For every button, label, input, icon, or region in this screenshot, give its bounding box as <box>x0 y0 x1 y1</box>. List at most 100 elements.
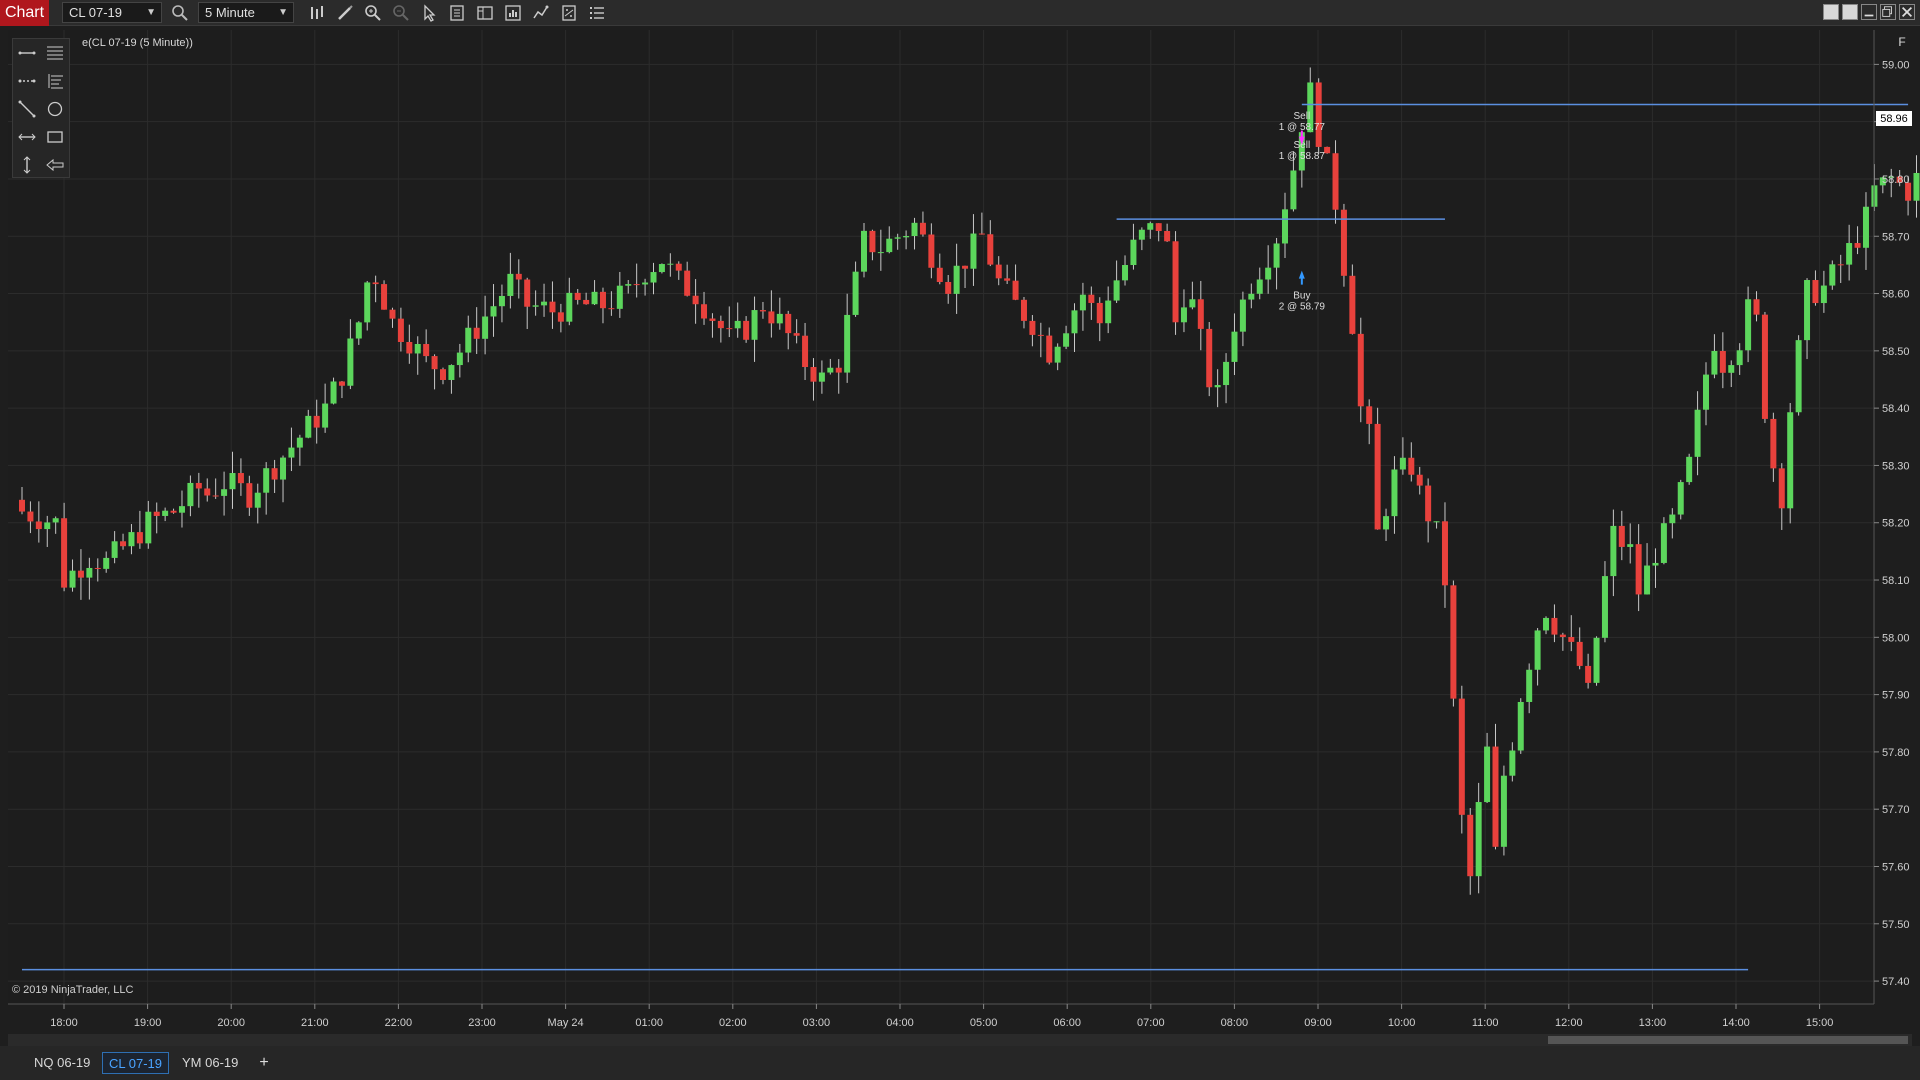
y-tick-label: 57.50 <box>1882 919 1910 931</box>
horizontal-lines-icon[interactable] <box>45 43 65 63</box>
rectangle-icon[interactable] <box>45 127 65 147</box>
instrument-tab-bar: NQ 06-19 CL 07-19 YM 06-19 + <box>0 1046 1920 1080</box>
candle-body <box>1054 346 1061 363</box>
candle-body <box>1273 243 1280 268</box>
candle-body <box>490 306 497 317</box>
candle-body <box>583 299 590 305</box>
candle-body <box>1122 265 1129 281</box>
candle-body <box>414 344 421 354</box>
candle-body <box>616 285 623 309</box>
candle-body <box>1147 223 1154 230</box>
candle-body <box>86 567 93 578</box>
candle-body <box>1728 365 1735 373</box>
candle-body <box>1652 562 1659 566</box>
fibonacci-icon[interactable] <box>45 71 65 91</box>
candle-body <box>1223 361 1230 386</box>
candle-body <box>330 381 337 404</box>
candle-body <box>204 488 211 496</box>
y-tick-label: 58.50 <box>1882 346 1910 358</box>
candle-body <box>1846 243 1853 265</box>
candle-body <box>1745 299 1752 351</box>
tab-nq[interactable]: NQ 06-19 <box>28 1052 96 1074</box>
tab-ym[interactable]: YM 06-19 <box>176 1052 244 1074</box>
candle-body <box>1239 299 1246 332</box>
candle-body <box>456 352 463 366</box>
candle-body <box>162 510 169 516</box>
tab-cl[interactable]: CL 07-19 <box>102 1052 169 1074</box>
candle-body <box>743 320 750 340</box>
ruler-icon[interactable] <box>17 43 37 63</box>
candle-body <box>1189 299 1196 308</box>
execution-detail-label: 1 @ 58.87 <box>1279 151 1326 162</box>
candle-body <box>35 521 42 530</box>
f-button[interactable]: F <box>1894 33 1910 51</box>
candle-body <box>1593 637 1600 683</box>
candle-body <box>69 570 76 588</box>
x-tick-label: 14:00 <box>1722 1017 1750 1029</box>
candle-body <box>364 282 371 323</box>
candle-body <box>263 468 270 493</box>
candle-body <box>1029 320 1036 335</box>
scroll-thumb[interactable] <box>1548 1036 1908 1044</box>
candle-body <box>768 311 775 324</box>
x-tick-label: 09:00 <box>1304 1017 1332 1029</box>
candle-body <box>195 482 202 489</box>
candle-body <box>574 292 581 300</box>
candle-body <box>1374 423 1381 530</box>
candle-body <box>1610 525 1617 577</box>
candle-body <box>751 310 758 340</box>
candle-body <box>852 271 859 315</box>
candle-body <box>1543 617 1550 631</box>
candle-body <box>1450 585 1457 699</box>
vertical-line-icon[interactable] <box>17 155 37 175</box>
copyright-text: © 2019 NinjaTrader, LLC <box>12 984 134 996</box>
candle-body <box>389 309 396 319</box>
candle-body <box>1391 469 1398 517</box>
dotted-line-icon[interactable] <box>17 71 37 91</box>
add-tab-button[interactable]: + <box>254 1052 274 1074</box>
candle-body <box>482 316 489 339</box>
price-chart[interactable]: Sell1 @ 58.77Sell1 @ 58.87Buy2 @ 58.79 5… <box>0 0 1920 1034</box>
trend-line-icon[interactable] <box>17 99 37 119</box>
candle-body <box>1492 746 1499 847</box>
candle-body <box>1063 333 1070 347</box>
x-tick-label: 20:00 <box>217 1017 245 1029</box>
candle-body <box>1551 617 1558 635</box>
candle-body <box>717 320 724 329</box>
candle-body <box>1046 335 1053 363</box>
candle-body <box>1820 285 1827 304</box>
ellipse-icon[interactable] <box>45 99 65 119</box>
candle-body <box>397 318 404 342</box>
candle-body <box>1500 775 1507 847</box>
arrow-left-icon[interactable] <box>45 155 65 175</box>
x-tick-label: 23:00 <box>468 1017 496 1029</box>
candle-body <box>1020 299 1027 321</box>
candle-body <box>1138 229 1145 240</box>
candle-body <box>406 341 413 354</box>
candle-body <box>566 292 573 322</box>
y-tick-label: 57.90 <box>1882 690 1910 702</box>
candle-body <box>1770 418 1777 469</box>
drawing-tools-panel <box>12 38 70 178</box>
horizontal-line-icon[interactable] <box>17 127 37 147</box>
candle-body <box>987 234 994 265</box>
candle-body <box>1113 280 1120 301</box>
candle-body <box>919 222 926 235</box>
candle-body <box>1618 525 1625 547</box>
candle-body <box>515 273 522 280</box>
candle-body <box>1088 294 1095 303</box>
candle-body <box>77 570 84 578</box>
x-tick-label: 22:00 <box>385 1017 413 1029</box>
candle-body <box>1778 468 1785 509</box>
candle-body <box>498 295 505 307</box>
candle-body <box>1660 523 1667 563</box>
candle-body <box>1787 412 1794 509</box>
candle-body <box>1071 310 1078 334</box>
candle-body <box>903 236 910 238</box>
candle-body <box>381 284 388 310</box>
candle-body <box>1669 514 1676 524</box>
horizontal-scrollbar[interactable] <box>8 1034 1912 1046</box>
candle-body <box>1686 456 1693 483</box>
x-tick-label: 01:00 <box>635 1017 663 1029</box>
candle-body <box>507 273 514 296</box>
